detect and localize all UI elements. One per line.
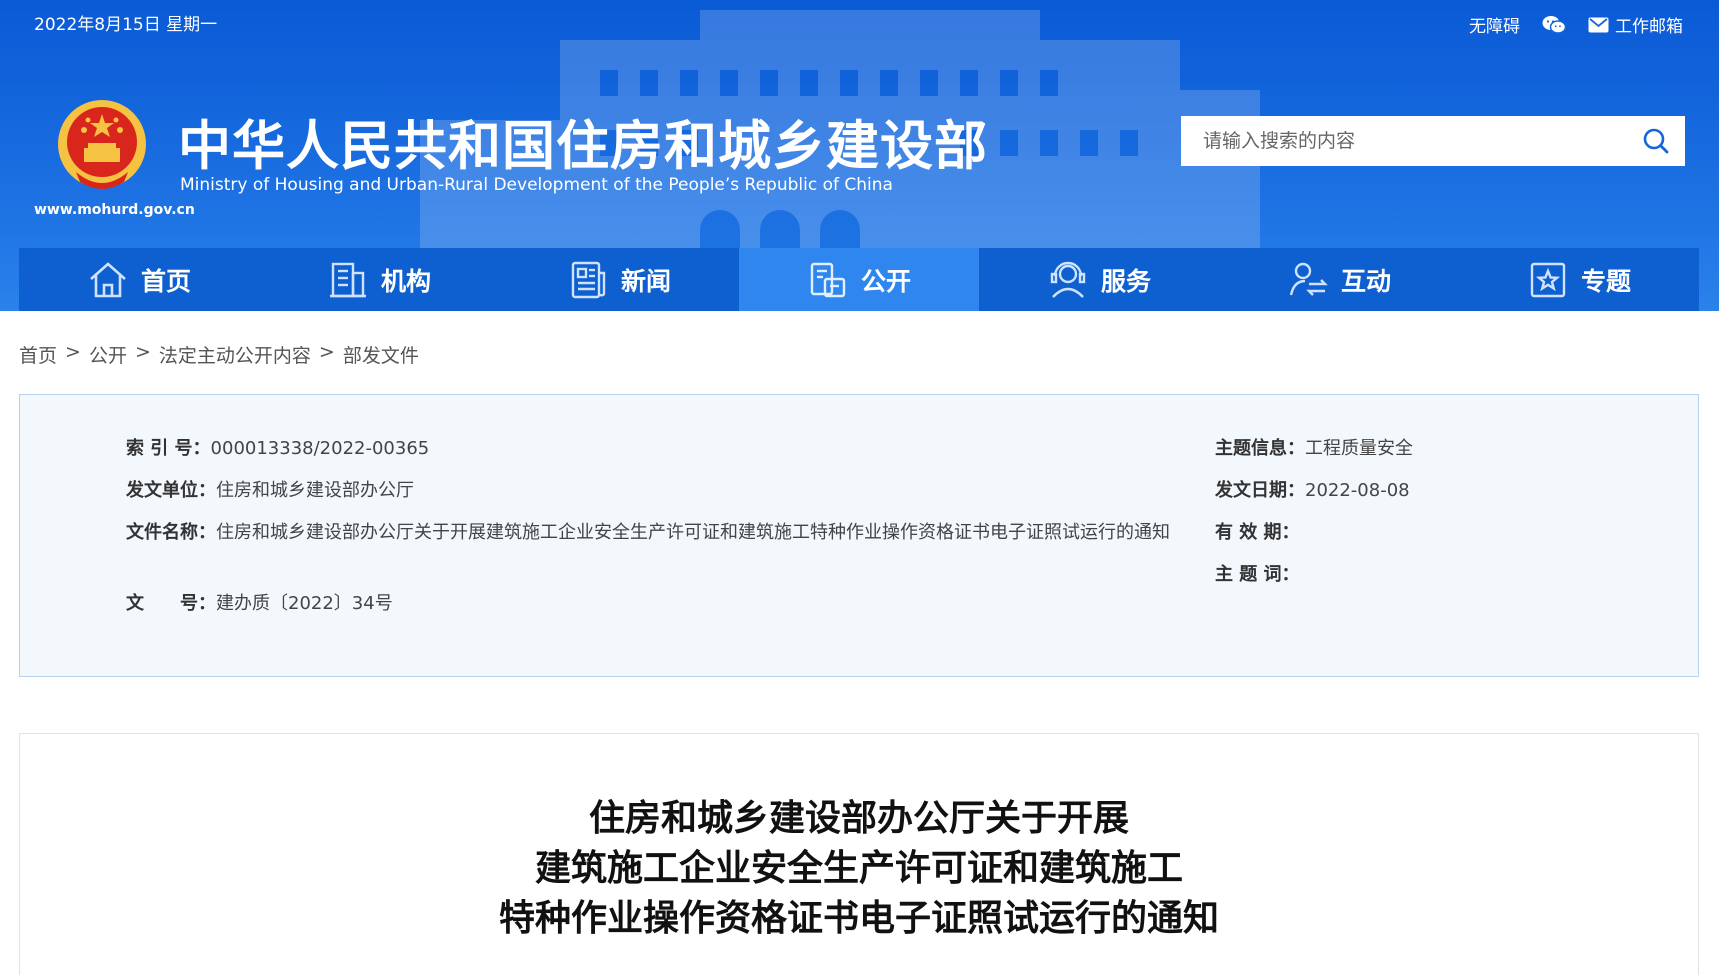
mail-icon xyxy=(1588,17,1609,32)
breadcrumb-disclosure[interactable]: 公开 xyxy=(89,341,127,368)
doc-number-value: 建办质〔2022〕34号 xyxy=(216,593,393,614)
breadcrumb-separator: > xyxy=(65,341,81,363)
nav-item-disclosure[interactable]: 公开 xyxy=(739,248,979,311)
search-icon[interactable] xyxy=(1641,126,1671,156)
filename-value: 住房和城乡建设部办公厅关于开展建筑施工企业安全生产许可证和建筑施工特种作业操作资… xyxy=(216,522,1170,543)
issue-date-label: 发文日期： xyxy=(1215,480,1305,501)
wechat-icon[interactable] xyxy=(1542,15,1566,35)
nav-item-interaction[interactable]: 互动 xyxy=(1219,248,1459,311)
doc-number-label: 文 号： xyxy=(126,593,216,614)
breadcrumb-ministry-documents[interactable]: 部发文件 xyxy=(343,341,419,368)
nav-label: 新闻 xyxy=(620,266,671,296)
nav-item-service[interactable]: 服务 xyxy=(979,248,1219,311)
keywords-label: 主 题 词： xyxy=(1215,564,1300,585)
site-url: www.mohurd.gov.cn xyxy=(34,202,195,218)
news-icon xyxy=(571,261,606,298)
current-date: 2022年8月15日 星期一 xyxy=(34,15,218,35)
nav-item-news[interactable]: 新闻 xyxy=(499,248,739,311)
index-number-label: 索 引 号： xyxy=(126,438,211,459)
nav-label: 服务 xyxy=(1100,266,1151,296)
article-title-line: 建筑施工企业安全生产许可证和建筑施工 xyxy=(534,848,1183,889)
validity-label: 有 效 期： xyxy=(1215,522,1300,543)
article-title-line: 特种作业操作资格证书电子证照试运行的通知 xyxy=(498,898,1219,939)
nav-label: 机构 xyxy=(380,266,431,296)
nav-item-home[interactable]: 首页 xyxy=(19,248,259,311)
filename-row: 文件名称： 住房和城乡建设部办公厅关于开展建筑施工企业安全生产许可证和建筑施工特… xyxy=(126,519,1191,547)
nav-label: 专题 xyxy=(1580,266,1631,296)
doc-number-row: 文 号： 建办质〔2022〕34号 xyxy=(126,590,393,618)
breadcrumb-separator: > xyxy=(318,341,335,363)
nav-item-topics[interactable]: 专题 xyxy=(1459,248,1699,311)
article-title: 住房和城乡建设部办公厅关于开展 建筑施工企业安全生产许可证和建筑施工 特种作业操… xyxy=(20,794,1698,944)
document-info-panel: 索 引 号： 000013338/2022-00365 发文单位： 住房和城乡建… xyxy=(19,394,1699,677)
index-number-row: 索 引 号： 000013338/2022-00365 xyxy=(126,435,429,463)
keywords-row: 主 题 词： xyxy=(1215,561,1300,589)
breadcrumb-home[interactable]: 首页 xyxy=(19,341,57,368)
issue-date-value: 2022-08-08 xyxy=(1305,480,1410,501)
service-icon xyxy=(1050,261,1086,298)
nav-label: 互动 xyxy=(1340,266,1391,296)
nav-label: 公开 xyxy=(860,266,911,296)
issue-date-row: 发文日期： 2022-08-08 xyxy=(1215,477,1410,505)
home-icon xyxy=(90,261,126,297)
validity-row: 有 效 期： xyxy=(1215,519,1300,547)
interaction-icon xyxy=(1289,262,1328,296)
filename-label: 文件名称： xyxy=(126,522,216,543)
disclosure-icon xyxy=(810,262,846,297)
accessibility-link[interactable]: 无障碍 xyxy=(1469,12,1520,37)
nav-item-organization[interactable]: 机构 xyxy=(259,248,499,311)
main-nav: 首页 机构 新闻 公开 服务 互动 专题 xyxy=(19,248,1699,311)
work-mail-label: 工作邮箱 xyxy=(1615,17,1683,37)
building-icon xyxy=(329,262,366,297)
breadcrumb-separator: > xyxy=(134,341,151,363)
article-container: 住房和城乡建设部办公厅关于开展 建筑施工企业安全生产许可证和建筑施工 特种作业操… xyxy=(19,733,1699,975)
topic-star-icon xyxy=(1530,262,1566,297)
work-mail-link[interactable]: 工作邮箱 xyxy=(1588,12,1683,37)
topic-row: 主题信息： 工程质量安全 xyxy=(1215,435,1413,463)
article-title-line: 住房和城乡建设部办公厅关于开展 xyxy=(588,798,1129,839)
breadcrumb-statutory-content[interactable]: 法定主动公开内容 xyxy=(159,341,311,368)
search-input[interactable] xyxy=(1203,130,1641,152)
index-number-value: 000013338/2022-00365 xyxy=(210,438,430,459)
issuer-row: 发文单位： 住房和城乡建设部办公厅 xyxy=(126,477,414,505)
breadcrumb: 首页 > 公开 > 法定主动公开内容 > 部发文件 xyxy=(19,341,419,368)
national-emblem-logo[interactable] xyxy=(54,96,150,196)
topbar-links: 无障碍 工作邮箱 xyxy=(1469,12,1683,37)
topic-value: 工程质量安全 xyxy=(1305,438,1413,459)
search-box xyxy=(1181,116,1685,166)
site-title-en: Ministry of Housing and Urban-Rural Deve… xyxy=(180,175,893,195)
site-title-cn[interactable]: 中华人民共和国住房和城乡建设部 xyxy=(178,104,988,180)
issuer-label: 发文单位： xyxy=(126,480,216,501)
topic-label: 主题信息： xyxy=(1215,438,1305,459)
issuer-value: 住房和城乡建设部办公厅 xyxy=(216,480,414,501)
nav-label: 首页 xyxy=(140,266,191,296)
